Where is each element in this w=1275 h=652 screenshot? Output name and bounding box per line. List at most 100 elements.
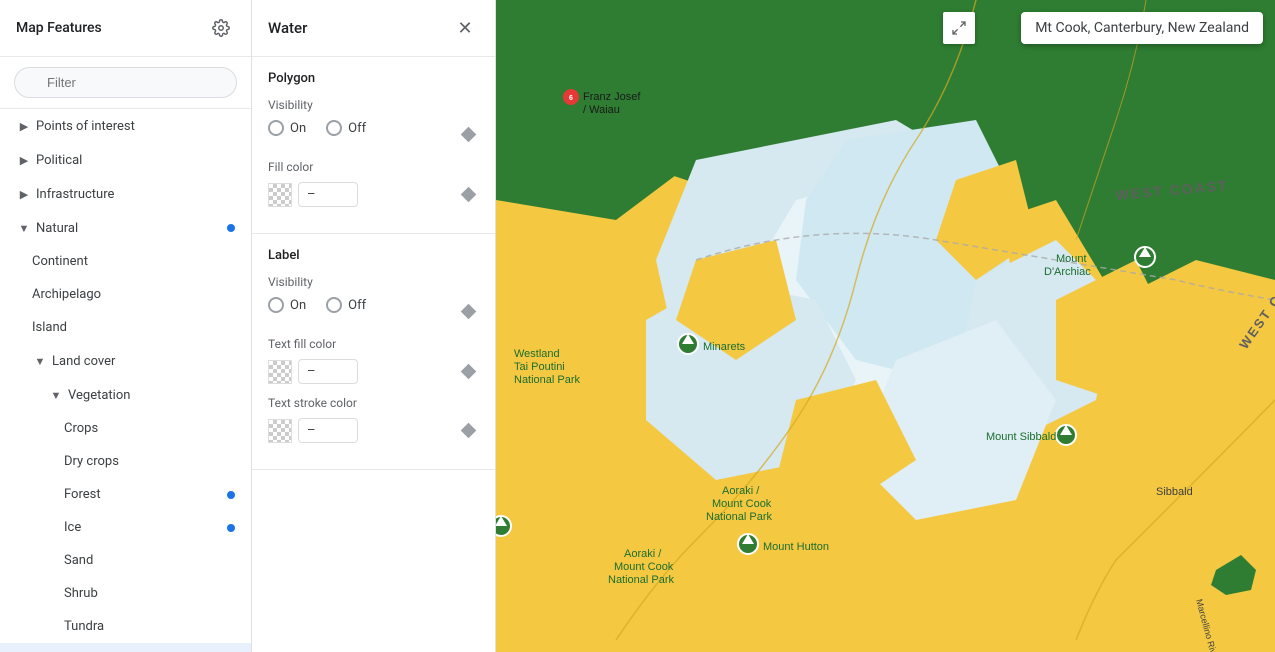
- text-stroke-row: –: [268, 418, 479, 443]
- nav-list: ▶ Points of interest ▶ Political ▶ Infra…: [0, 109, 251, 652]
- filter-input[interactable]: [14, 67, 237, 98]
- sidebar-item-label: Forest: [64, 487, 227, 502]
- arrow-down-icon: ▼: [32, 353, 48, 369]
- radio-off-label: Off: [348, 121, 366, 136]
- sidebar-item-label: Ice: [64, 520, 227, 535]
- sidebar-item-water[interactable]: ▶ Water: [0, 643, 251, 652]
- svg-text:National Park: National Park: [608, 574, 675, 586]
- sidebar-item-ice[interactable]: Ice: [0, 511, 251, 544]
- label-visibility-diamond[interactable]: [457, 300, 479, 322]
- sidebar-item-dry-crops[interactable]: Dry crops: [0, 445, 251, 478]
- radio-off-circle: [326, 120, 342, 136]
- sidebar-item-political[interactable]: ▶ Political: [0, 143, 251, 177]
- modified-dot: [227, 524, 235, 532]
- text-fill-swatch[interactable]: [268, 360, 292, 384]
- svg-text:6: 6: [569, 95, 573, 102]
- svg-text:Mount Cook: Mount Cook: [712, 498, 772, 510]
- label-visibility-label: Visibility: [268, 275, 479, 289]
- sidebar-item-crops[interactable]: Crops: [0, 412, 251, 445]
- arrow-right-icon: ▶: [16, 118, 32, 134]
- panel-title: Map Features: [16, 20, 102, 36]
- polygon-visibility-off[interactable]: Off: [326, 120, 366, 136]
- arrow-right-icon: ▶: [16, 152, 32, 168]
- sidebar-item-label: Vegetation: [68, 388, 235, 403]
- text-fill-value[interactable]: –: [298, 359, 358, 384]
- radio-on-label: On: [290, 121, 306, 136]
- sidebar-item-shrub[interactable]: Shrub: [0, 577, 251, 610]
- sidebar-item-label: Continent: [32, 254, 235, 269]
- label-visibility-on[interactable]: On: [268, 297, 306, 313]
- svg-text:Mount Sibbald: Mount Sibbald: [986, 431, 1056, 443]
- polygon-fill-row: –: [268, 182, 479, 207]
- map-svg: WEST COAST CANTERBURY WEST COAST CANTERB…: [496, 0, 1275, 652]
- sidebar-item-points-of-interest[interactable]: ▶ Points of interest: [0, 109, 251, 143]
- sidebar-item-sand[interactable]: Sand: [0, 544, 251, 577]
- svg-text:Mount: Mount: [1056, 253, 1087, 265]
- text-fill-diamond[interactable]: [457, 361, 479, 383]
- fill-color-diamond[interactable]: [457, 184, 479, 206]
- expand-button[interactable]: [943, 12, 975, 44]
- text-stroke-diamond[interactable]: [457, 420, 479, 442]
- svg-text:D'Archiac: D'Archiac: [1044, 266, 1091, 278]
- label-visibility-off[interactable]: Off: [326, 297, 366, 313]
- svg-text:Sibbald: Sibbald: [1156, 486, 1193, 498]
- fill-color-swatch-wrap: –: [268, 182, 457, 207]
- sidebar-item-label: Island: [32, 320, 235, 335]
- arrow-right-icon: ▶: [16, 186, 32, 202]
- radio-off-circle: [326, 297, 342, 313]
- text-stroke-value[interactable]: –: [298, 418, 358, 443]
- svg-text:Aoraki /: Aoraki /: [624, 548, 662, 560]
- sidebar-item-continent[interactable]: Continent: [0, 245, 251, 278]
- label-heading: Label: [268, 248, 479, 263]
- label-visibility-row: On Off: [268, 297, 479, 325]
- search-box[interactable]: Mt Cook, Canterbury, New Zealand: [1021, 12, 1263, 44]
- radio-on-circle: [268, 120, 284, 136]
- sidebar-item-label: Points of interest: [36, 119, 235, 134]
- sidebar-item-vegetation[interactable]: ▼ Vegetation: [0, 378, 251, 412]
- arrow-down-icon: ▼: [48, 387, 64, 403]
- svg-text:Mount Hutton: Mount Hutton: [763, 541, 829, 553]
- polygon-visibility-diamond[interactable]: [457, 123, 479, 145]
- sidebar-item-label: Dry crops: [64, 454, 235, 469]
- label-section: Label Visibility On Off Text fill color: [252, 234, 495, 470]
- fill-color-label: Fill color: [268, 160, 479, 174]
- polygon-section: Polygon Visibility On Off Fill color: [252, 57, 495, 234]
- sidebar-item-natural[interactable]: ▼ Natural: [0, 211, 251, 245]
- left-panel: Map Features ▶ Points of interest ▶: [0, 0, 252, 652]
- polygon-visibility-row: On Off: [268, 120, 479, 148]
- text-stroke-label: Text stroke color: [268, 396, 479, 410]
- svg-text:Franz Josef: Franz Josef: [583, 91, 641, 103]
- map-area[interactable]: WEST COAST CANTERBURY WEST COAST CANTERB…: [496, 0, 1275, 652]
- close-button[interactable]: ✕: [451, 14, 479, 42]
- sidebar-item-island[interactable]: Island: [0, 311, 251, 344]
- modified-dot: [227, 224, 235, 232]
- text-stroke-swatch-wrap: –: [268, 418, 457, 443]
- sidebar-item-land-cover[interactable]: ▼ Land cover: [0, 344, 251, 378]
- label-visibility-options: On Off: [268, 297, 366, 313]
- text-fill-swatch-wrap: –: [268, 359, 457, 384]
- fill-color-swatch[interactable]: [268, 183, 292, 207]
- mid-panel-title: Water: [268, 19, 307, 37]
- middle-panel: Water ✕ Polygon Visibility On Off Fill c…: [252, 0, 496, 652]
- svg-text:Aoraki /: Aoraki /: [722, 485, 760, 497]
- svg-text:Tai Poutini: Tai Poutini: [514, 361, 565, 373]
- sidebar-item-label: Political: [36, 153, 235, 168]
- sidebar-item-label: Tundra: [64, 619, 235, 634]
- sidebar-item-archipelago[interactable]: Archipelago: [0, 278, 251, 311]
- svg-text:Minarets: Minarets: [703, 341, 746, 353]
- sidebar-item-tundra[interactable]: Tundra: [0, 610, 251, 643]
- radio-off-label: Off: [348, 298, 366, 313]
- sidebar-item-forest[interactable]: Forest: [0, 478, 251, 511]
- svg-text:Westland: Westland: [514, 348, 560, 360]
- sidebar-item-label: Infrastructure: [36, 187, 235, 202]
- sidebar-item-infrastructure[interactable]: ▶ Infrastructure: [0, 177, 251, 211]
- fill-color-value[interactable]: –: [298, 182, 358, 207]
- text-fill-label: Text fill color: [268, 337, 479, 351]
- sidebar-item-label: Sand: [64, 553, 235, 568]
- visibility-label: Visibility: [268, 98, 479, 112]
- polygon-visibility-on[interactable]: On: [268, 120, 306, 136]
- text-stroke-swatch[interactable]: [268, 419, 292, 443]
- gear-button[interactable]: [207, 14, 235, 42]
- polygon-visibility-options: On Off: [268, 120, 366, 136]
- filter-bar: [0, 57, 251, 109]
